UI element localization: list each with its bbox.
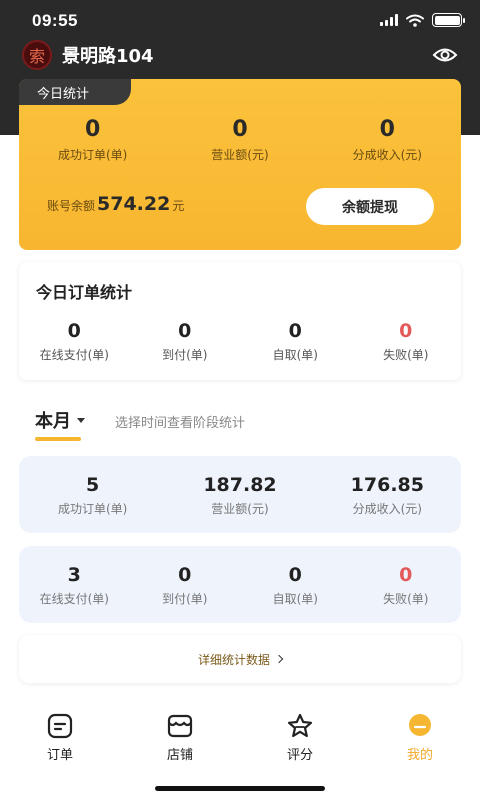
nav-item-rating[interactable]: 评分 [240,712,360,772]
detail-stats-label: 详细统计数据 [197,652,270,667]
today-orders-card: 今日订单统计 0 在线支付(单) 0 到付(单) 0 自取(单) 0 失败(单) [19,262,461,380]
account-balance: 账号余额 574.22 元 [47,193,184,215]
stat-label: 到付(单) [162,348,208,362]
bottom-nav: 订单 店铺 评分 我的 [0,712,480,772]
stat-value: 3 [67,564,81,586]
stat-failed: 0 失败(单) [351,564,462,607]
month-summary-row: 5 成功订单(单) 187.82 营业额(元) 176.85 分成收入(元) [19,474,461,517]
stat-revenue: 187.82 营业额(元) [166,474,313,517]
stat-cash-on-delivery: 0 到付(单) [130,564,241,607]
stat-label: 失败(单) [383,592,429,606]
status-bar: 09:55 [0,0,480,40]
stat-label: 自取(单) [272,348,318,362]
nav-label: 订单 [46,748,73,763]
store-logo: 索 [22,40,52,70]
today-stats-card: 今日统计 0 成功订单(单) 0 营业额(元) 0 分成收入(元) 账号余额 5… [19,79,461,250]
home-indicator [155,786,325,791]
card-title: 今日订单统计 [36,283,133,302]
detail-stats-link[interactable]: 详细统计数据 [19,635,461,683]
stat-revenue: 0 营业额(元) [166,117,313,163]
stat-label: 分成收入(元) [352,502,422,516]
stat-value: 0 [288,564,302,586]
stat-value: 0 [288,320,302,342]
stat-self-pickup: 0 自取(单) [240,320,351,363]
month-orders-row: 3 在线支付(单) 0 到付(单) 0 自取(单) 0 失败(单) [19,564,461,607]
today-orders-row: 0 在线支付(单) 0 到付(单) 0 自取(单) 0 失败(单) [19,320,461,363]
stat-share-income: 0 分成收入(元) [314,117,461,163]
stat-label: 在线支付(单) [39,348,109,362]
nav-label: 评分 [286,748,313,763]
signal-icon [380,14,398,26]
stat-success-orders: 5 成功订单(单) [19,474,166,517]
nav-label: 我的 [406,748,433,763]
stat-value: 0 [379,117,395,142]
stat-share-income: 176.85 分成收入(元) [314,474,461,517]
period-hint: 选择时间查看阶段统计 [115,416,246,431]
stat-label: 在线支付(单) [39,592,109,606]
stat-value: 0 [178,564,192,586]
today-stats-row: 0 成功订单(单) 0 营业额(元) 0 分成收入(元) [19,117,461,163]
eye-icon[interactable] [432,42,458,68]
store-name: 景明路104 [62,46,154,67]
stat-value: 0 [399,564,413,586]
stat-online-pay: 3 在线支付(单) [19,564,130,607]
stat-label: 营业额(元) [211,148,269,162]
stat-value: 0 [178,320,192,342]
stat-label: 到付(单) [162,592,208,606]
stat-self-pickup: 0 自取(单) [240,564,351,607]
balance-value: 574.22 [97,193,171,215]
stat-value: 187.82 [203,474,277,496]
stat-online-pay: 0 在线支付(单) [19,320,130,363]
order-icon [47,713,73,739]
stat-label: 营业额(元) [211,502,269,516]
stat-label: 分成收入(元) [352,148,422,162]
stat-value: 176.85 [350,474,424,496]
stat-value: 0 [232,117,248,142]
nav-item-orders[interactable]: 订单 [0,712,120,772]
balance-label: 账号余额 [47,199,96,213]
nav-label: 店铺 [166,748,193,763]
stat-label: 成功订单(单) [57,148,128,162]
month-summary-card: 5 成功订单(单) 187.82 营业额(元) 176.85 分成收入(元) [19,456,461,533]
profile-icon [409,714,431,736]
battery-icon [432,13,465,27]
star-icon [287,713,313,738]
today-stats-tab: 今日统计 [19,79,131,105]
stat-label: 成功订单(单) [57,502,128,516]
stat-label: 失败(单) [383,348,429,362]
stat-value: 5 [86,474,100,496]
month-orders-card: 3 在线支付(单) 0 到付(单) 0 自取(单) 0 失败(单) [19,546,461,623]
period-selector[interactable]: 本月 [35,407,85,433]
period-underline [35,437,81,441]
stat-label: 自取(单) [272,592,318,606]
stat-value: 0 [399,320,413,342]
status-icons [380,13,465,27]
period-label: 本月 [35,411,71,432]
caret-down-icon [77,417,85,423]
chevron-right-icon [274,654,284,664]
stat-value: 0 [67,320,81,342]
balance-unit: 元 [172,199,185,213]
status-time: 09:55 [32,11,78,30]
stat-failed: 0 失败(单) [351,320,462,363]
wifi-icon [406,14,424,27]
store-icon [167,714,193,738]
stat-cash-on-delivery: 0 到付(单) [130,320,241,363]
withdraw-button[interactable]: 余额提现 [306,188,434,225]
stat-success-orders: 0 成功订单(单) [19,117,166,163]
nav-item-profile[interactable]: 我的 [360,712,480,772]
store-header: 索 景明路104 [22,40,462,70]
nav-item-store[interactable]: 店铺 [120,712,240,772]
stat-value: 0 [85,117,101,142]
